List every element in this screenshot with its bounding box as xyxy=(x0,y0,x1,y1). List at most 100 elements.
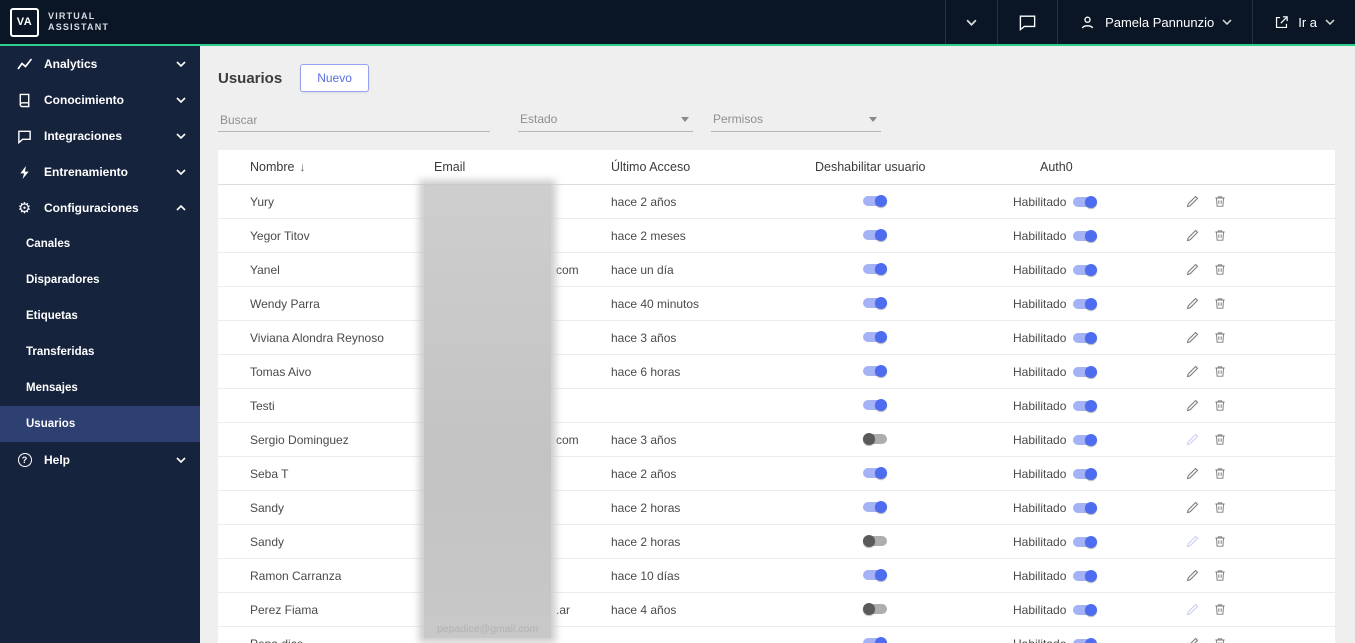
disable-user-toggle[interactable] xyxy=(863,636,887,643)
edit-icon[interactable] xyxy=(1185,398,1200,413)
sidebar-item-help[interactable]: ? Help xyxy=(0,442,200,478)
delete-icon[interactable] xyxy=(1213,534,1227,549)
disable-user-toggle[interactable] xyxy=(863,466,887,479)
edit-icon[interactable] xyxy=(1185,364,1200,379)
edit-icon[interactable] xyxy=(1185,636,1200,643)
auth0-toggle[interactable] xyxy=(1073,433,1098,446)
chevron-down-icon xyxy=(176,169,186,175)
topbar-dropdown-button[interactable] xyxy=(945,0,997,44)
disable-user-toggle[interactable] xyxy=(863,364,887,377)
auth0-status-label: Habilitado xyxy=(1013,330,1067,345)
chevron-down-icon xyxy=(966,19,977,26)
goto-menu[interactable]: Ir a xyxy=(1252,0,1355,44)
auth0-status-label: Habilitado xyxy=(1013,194,1067,209)
disable-user-toggle[interactable] xyxy=(863,296,887,309)
delete-icon[interactable] xyxy=(1213,500,1227,515)
delete-icon[interactable] xyxy=(1213,466,1227,481)
sidebar-item-conocimiento[interactable]: Conocimiento xyxy=(0,82,200,118)
sidebar-item-label: Analytics xyxy=(44,57,98,71)
sidebar: Analytics Conocimiento Integraciones Ent… xyxy=(0,46,200,643)
sidebar-item-etiquetas[interactable]: Etiquetas xyxy=(0,298,200,334)
sidebar-item-transferidas[interactable]: Transferidas xyxy=(0,334,200,370)
disable-user-toggle[interactable] xyxy=(863,602,887,615)
estado-select-label: Estado xyxy=(520,112,558,126)
delete-icon[interactable] xyxy=(1213,194,1227,209)
permisos-select[interactable]: Permisos xyxy=(711,108,881,132)
auth0-toggle[interactable] xyxy=(1073,331,1098,344)
auth0-toggle[interactable] xyxy=(1073,399,1098,412)
disable-user-toggle[interactable] xyxy=(863,228,887,241)
edit-icon[interactable] xyxy=(1185,568,1200,583)
sidebar-item-mensajes[interactable]: Mensajes xyxy=(0,370,200,406)
table-row: Pepa dice Habilitado xyxy=(218,627,1335,643)
auth0-toggle[interactable] xyxy=(1073,195,1098,208)
delete-icon[interactable] xyxy=(1213,636,1227,643)
delete-icon[interactable] xyxy=(1213,432,1227,447)
user-last-access: hace 4 años xyxy=(611,602,677,617)
delete-icon[interactable] xyxy=(1213,568,1227,583)
edit-icon[interactable] xyxy=(1185,432,1200,447)
delete-icon[interactable] xyxy=(1213,262,1227,277)
delete-icon[interactable] xyxy=(1213,602,1227,617)
edit-icon[interactable] xyxy=(1185,330,1200,345)
auth0-toggle[interactable] xyxy=(1073,603,1098,616)
edit-icon[interactable] xyxy=(1185,194,1200,209)
disable-user-toggle[interactable] xyxy=(863,568,887,581)
edit-icon[interactable] xyxy=(1185,500,1200,515)
sidebar-item-disparadores[interactable]: Disparadores xyxy=(0,262,200,298)
auth0-toggle[interactable] xyxy=(1073,365,1098,378)
delete-icon[interactable] xyxy=(1213,228,1227,243)
header-ultimo-acceso[interactable]: Último Acceso xyxy=(611,160,815,174)
edit-icon[interactable] xyxy=(1185,534,1200,549)
new-user-button[interactable]: Nuevo xyxy=(300,64,369,92)
delete-icon[interactable] xyxy=(1213,398,1227,413)
delete-icon[interactable] xyxy=(1213,364,1227,379)
messages-button[interactable] xyxy=(997,0,1057,44)
sidebar-item-configuraciones[interactable]: ⚙ Configuraciones xyxy=(0,190,200,226)
edit-icon[interactable] xyxy=(1185,296,1200,311)
chevron-down-icon xyxy=(1325,19,1335,25)
brand-line-1: VIRTUAL xyxy=(48,10,96,21)
sidebar-item-entrenamiento[interactable]: Entrenamiento xyxy=(0,154,200,190)
auth0-toggle[interactable] xyxy=(1073,229,1098,242)
auth0-toggle[interactable] xyxy=(1073,263,1098,276)
auth0-status-label: Habilitado xyxy=(1013,466,1067,481)
edit-icon[interactable] xyxy=(1185,466,1200,481)
chevron-down-icon xyxy=(176,457,186,463)
header-auth0: Auth0 xyxy=(1040,160,1073,174)
auth0-toggle[interactable] xyxy=(1073,501,1098,514)
table-row: Yanel com hace un día Habilitado xyxy=(218,253,1335,287)
auth0-toggle[interactable] xyxy=(1073,569,1098,582)
disable-user-toggle[interactable] xyxy=(863,534,887,547)
auth0-toggle[interactable] xyxy=(1073,467,1098,480)
table-row: Tomas Aivo hace 6 horas Habilitado xyxy=(218,355,1335,389)
user-name: Sandy xyxy=(250,534,285,549)
sidebar-item-canales[interactable]: Canales xyxy=(0,226,200,262)
edit-icon[interactable] xyxy=(1185,602,1200,617)
disable-user-toggle[interactable] xyxy=(863,500,887,513)
auth0-toggle[interactable] xyxy=(1073,535,1098,548)
disable-user-toggle[interactable] xyxy=(863,330,887,343)
disable-user-toggle[interactable] xyxy=(863,432,887,445)
delete-icon[interactable] xyxy=(1213,330,1227,345)
sidebar-item-integraciones[interactable]: Integraciones xyxy=(0,118,200,154)
delete-icon[interactable] xyxy=(1213,296,1227,311)
user-name: Wendy Parra xyxy=(250,296,320,311)
search-input[interactable] xyxy=(218,109,490,132)
auth0-toggle[interactable] xyxy=(1073,297,1098,310)
edit-icon[interactable] xyxy=(1185,228,1200,243)
header-email[interactable]: Email xyxy=(434,160,611,174)
disable-user-toggle[interactable] xyxy=(863,262,887,275)
header-nombre[interactable]: Nombre ↓ xyxy=(218,160,434,174)
analytics-icon xyxy=(16,56,33,72)
auth0-toggle[interactable] xyxy=(1073,637,1098,643)
disable-user-toggle[interactable] xyxy=(863,398,887,411)
estado-select[interactable]: Estado xyxy=(518,108,693,132)
sidebar-item-analytics[interactable]: Analytics xyxy=(0,46,200,82)
edit-icon[interactable] xyxy=(1185,262,1200,277)
user-last-access: hace un día xyxy=(611,262,674,277)
user-menu[interactable]: Pamela Pannunzio xyxy=(1057,0,1252,44)
sidebar-item-usuarios[interactable]: Usuarios xyxy=(0,406,200,442)
disable-user-toggle[interactable] xyxy=(863,194,887,207)
chevron-down-icon xyxy=(1222,19,1232,25)
